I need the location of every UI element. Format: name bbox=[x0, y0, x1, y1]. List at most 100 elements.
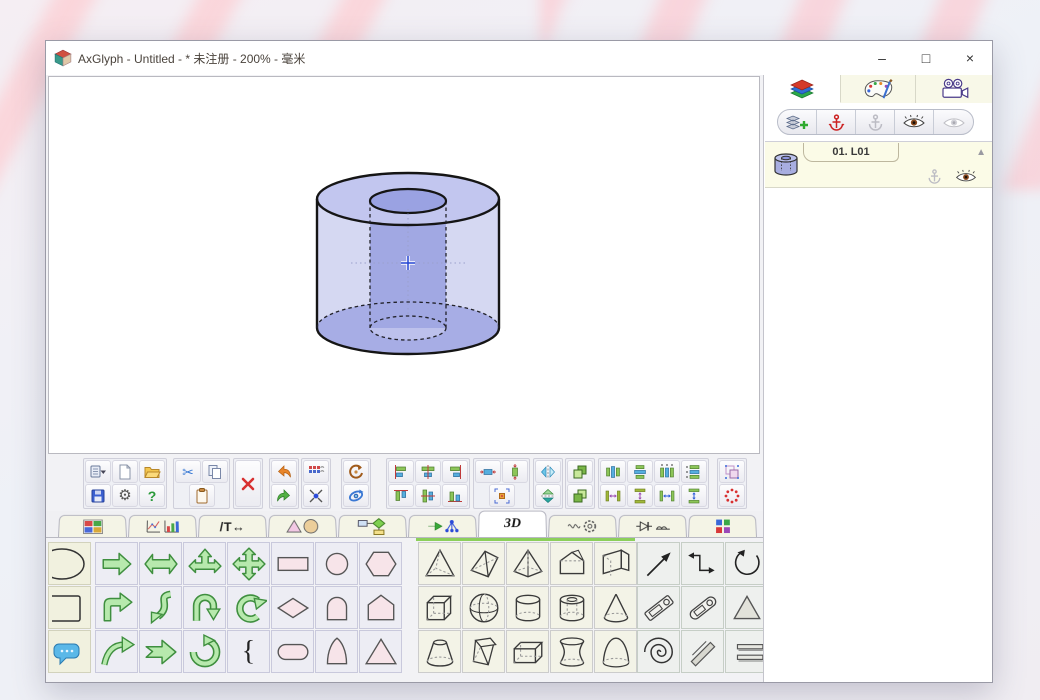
tab-basic-shapes[interactable] bbox=[268, 515, 337, 537]
shape-arrow-s-curve[interactable] bbox=[139, 586, 182, 629]
visibility-off-button[interactable] bbox=[934, 110, 973, 134]
layer-row[interactable]: 01. L01 ▲ bbox=[765, 142, 992, 188]
solid-tube[interactable] bbox=[550, 586, 593, 629]
undo-button[interactable] bbox=[271, 460, 297, 483]
tab-electrical[interactable] bbox=[618, 515, 687, 537]
flip-horizontal-button[interactable] bbox=[535, 460, 561, 483]
align-bottom-button[interactable] bbox=[442, 484, 468, 507]
shape-arch[interactable] bbox=[315, 586, 358, 629]
tab-animation[interactable] bbox=[916, 75, 992, 103]
misc-slab[interactable] bbox=[637, 586, 680, 629]
layer-anchor-icon[interactable] bbox=[927, 169, 942, 184]
bring-forward-button[interactable] bbox=[567, 460, 593, 483]
distribute-vertical-button[interactable] bbox=[627, 460, 653, 483]
align-top-button[interactable] bbox=[388, 484, 414, 507]
solid-tetrahedron-tilted[interactable] bbox=[462, 542, 505, 585]
layer-eye-icon[interactable] bbox=[954, 169, 978, 184]
drawing-canvas[interactable] bbox=[48, 76, 760, 454]
expand-h-button[interactable] bbox=[654, 484, 680, 507]
ungroup-button[interactable] bbox=[719, 484, 745, 507]
tab-graph-tree[interactable] bbox=[408, 515, 477, 537]
rotate-view-button[interactable] bbox=[343, 484, 369, 507]
solid-tetrahedron[interactable] bbox=[418, 542, 461, 585]
distribute-v-spacing-button[interactable] bbox=[681, 460, 707, 483]
shape-pentagon[interactable] bbox=[359, 586, 402, 629]
misc-bar-diagonal[interactable] bbox=[681, 630, 724, 673]
send-backward-button[interactable] bbox=[567, 484, 593, 507]
misc-slab-rounded[interactable] bbox=[681, 586, 724, 629]
misc-spiral[interactable] bbox=[637, 630, 680, 673]
equal-h-space-button[interactable] bbox=[600, 484, 626, 507]
solid-frustum-wedge[interactable] bbox=[462, 630, 505, 673]
add-layer-button[interactable] bbox=[778, 110, 817, 134]
tab-mechanical[interactable] bbox=[548, 515, 617, 537]
comment-tool[interactable] bbox=[48, 630, 91, 673]
misc-arrow-diagonal[interactable] bbox=[637, 542, 680, 585]
align-middle-button[interactable] bbox=[415, 484, 441, 507]
tab-layers[interactable] bbox=[765, 75, 841, 103]
solid-prism-roof[interactable] bbox=[550, 542, 593, 585]
shape-arrow-rotate[interactable] bbox=[227, 586, 270, 629]
save-button[interactable] bbox=[85, 484, 111, 507]
delete-button[interactable] bbox=[235, 460, 261, 507]
solid-prism-wedge[interactable] bbox=[594, 542, 637, 585]
converge-points-button[interactable] bbox=[303, 484, 329, 507]
shape-arrow-three-way[interactable] bbox=[183, 542, 226, 585]
hollow-cylinder-object[interactable] bbox=[317, 173, 499, 354]
tab-charts[interactable] bbox=[128, 515, 197, 537]
solid-hyperboloid[interactable] bbox=[550, 630, 593, 673]
shape-arrow-circular[interactable] bbox=[183, 630, 226, 673]
shape-circle[interactable] bbox=[315, 542, 358, 585]
rotate-left-button[interactable] bbox=[343, 460, 369, 483]
shape-arrow-double[interactable] bbox=[139, 542, 182, 585]
shape-rect[interactable] bbox=[271, 542, 314, 585]
cut-button[interactable]: ✂ bbox=[175, 460, 201, 483]
ellipse-tool[interactable] bbox=[48, 542, 91, 585]
center-page-button[interactable] bbox=[489, 484, 515, 507]
shape-rounded-rect[interactable] bbox=[271, 630, 314, 673]
shape-arrow-curved[interactable] bbox=[95, 630, 138, 673]
help-button[interactable]: ? bbox=[139, 484, 165, 507]
minimize-button[interactable]: – bbox=[860, 41, 904, 75]
anchor-down-button[interactable] bbox=[856, 110, 895, 134]
paste-button[interactable] bbox=[189, 484, 215, 507]
solid-box[interactable] bbox=[506, 630, 549, 673]
distribute-h-spacing-button[interactable] bbox=[654, 460, 680, 483]
settings-button[interactable]: ⚙ bbox=[112, 484, 138, 507]
solid-dome[interactable] bbox=[594, 630, 637, 673]
expand-v-button[interactable] bbox=[681, 484, 707, 507]
maximize-button[interactable]: □ bbox=[904, 41, 948, 75]
solid-cube[interactable] bbox=[418, 586, 461, 629]
open-file-button[interactable] bbox=[139, 460, 165, 483]
shape-arrow-four-way[interactable] bbox=[227, 542, 270, 585]
new-document-button[interactable] bbox=[112, 460, 138, 483]
misc-bars-double[interactable] bbox=[725, 630, 763, 673]
shape-arrow-corner[interactable] bbox=[95, 586, 138, 629]
solid-frustum[interactable] bbox=[418, 630, 461, 673]
misc-arrow-elbow[interactable] bbox=[681, 542, 724, 585]
tab-flowchart[interactable] bbox=[338, 515, 407, 537]
tab-clipart[interactable] bbox=[58, 515, 127, 537]
visibility-button[interactable] bbox=[895, 110, 934, 134]
align-center-button[interactable] bbox=[415, 460, 441, 483]
misc-triangle-solid[interactable] bbox=[725, 586, 763, 629]
shape-arrow-notched[interactable] bbox=[139, 630, 182, 673]
scroll-up-arrow[interactable]: ▲ bbox=[976, 147, 986, 158]
shape-arrow-u-turn[interactable] bbox=[183, 586, 226, 629]
tab-line-text-dimension[interactable]: /T↔ bbox=[198, 515, 267, 537]
close-button[interactable]: × bbox=[948, 41, 992, 75]
shape-brace[interactable]: { bbox=[227, 630, 270, 673]
tab-style[interactable] bbox=[841, 75, 917, 103]
center-vertical-button[interactable] bbox=[502, 460, 528, 483]
shape-arrow-right[interactable] bbox=[95, 542, 138, 585]
copy-button[interactable] bbox=[202, 460, 228, 483]
shape-diamond[interactable] bbox=[271, 586, 314, 629]
distribute-horizontal-button[interactable] bbox=[600, 460, 626, 483]
tab-mosaic[interactable] bbox=[688, 515, 757, 537]
group-button[interactable] bbox=[719, 460, 745, 483]
shape-triangle[interactable] bbox=[359, 630, 402, 673]
anchor-button[interactable] bbox=[817, 110, 856, 134]
center-horizontal-button[interactable] bbox=[475, 460, 501, 483]
solid-cone[interactable] bbox=[594, 586, 637, 629]
solid-pyramid[interactable] bbox=[506, 542, 549, 585]
